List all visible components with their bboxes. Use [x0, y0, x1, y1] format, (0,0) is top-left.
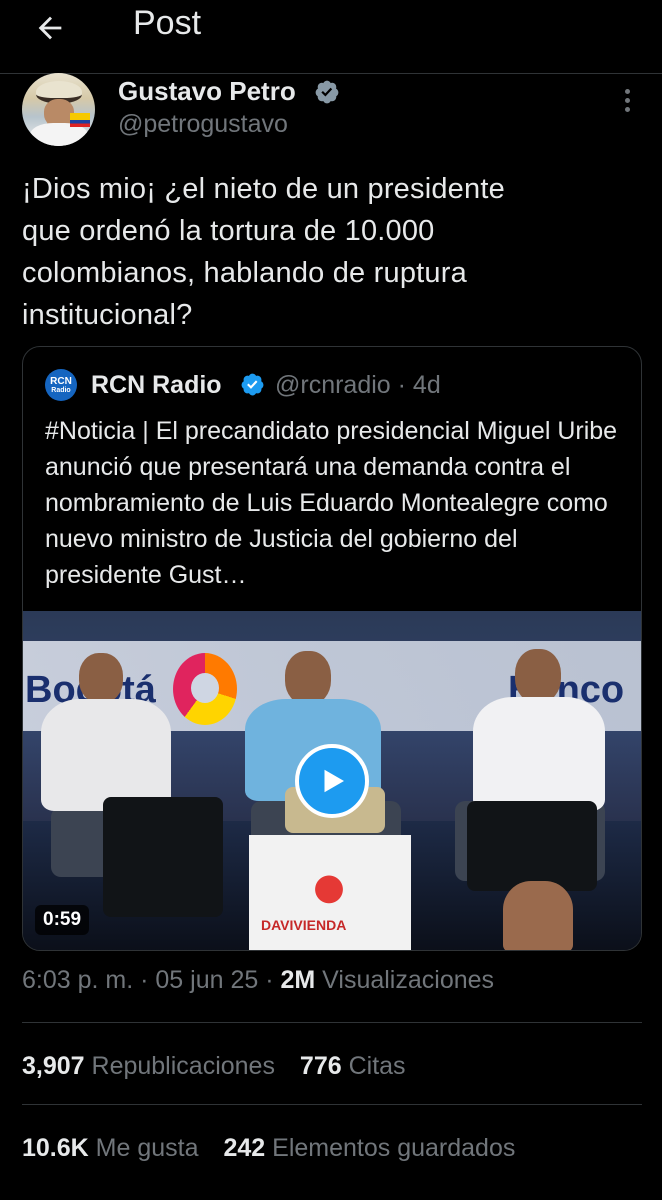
speaker-shirt [41, 699, 171, 811]
quoted-post[interactable]: RCN Radio RCN Radio @rcnradio · 4d #Noti… [22, 346, 642, 951]
post-meta: 6:03 p. m. · 05 jun 25 · 2M Visualizacio… [22, 966, 494, 995]
quoted-author-name[interactable]: RCN Radio [91, 371, 222, 400]
page-title: Post [133, 4, 202, 42]
podium-text: DAVIVIENDA [261, 917, 347, 933]
post-date[interactable]: 05 jun 25 [155, 966, 258, 994]
more-dot-icon [624, 89, 630, 94]
top-bar: Post [0, 0, 662, 74]
meta-separator: · [133, 966, 156, 994]
speaker-head [515, 649, 561, 703]
verified-badge-icon[interactable] [314, 79, 340, 105]
avatar[interactable] [22, 73, 95, 146]
views-label: Visualizaciones [315, 966, 495, 994]
video-duration: 0:59 [35, 905, 90, 935]
more-options-button[interactable] [612, 85, 642, 119]
speaker-shirt [473, 697, 605, 811]
author-name[interactable]: Gustavo Petro [118, 76, 296, 107]
bogota-logo-icon [173, 653, 237, 725]
quoted-text: #Noticia | El precandidato presidencial … [45, 417, 618, 589]
rcn-radio-logo-icon: RCN Radio [45, 369, 77, 401]
play-icon [324, 769, 344, 793]
bookmarks-count: 242 [223, 1134, 266, 1162]
speaker-head [79, 653, 123, 703]
reposts-label: Republicaciones [91, 1052, 275, 1080]
bookmarks-label: Elementos guardados [272, 1134, 516, 1162]
more-dot-icon [624, 107, 630, 112]
reposts-stat[interactable]: 3,907 Republicaciones [22, 1052, 275, 1081]
meta-separator: · [258, 966, 281, 994]
reposts-count: 3,907 [22, 1052, 85, 1080]
logo-text-bottom: Radio [51, 386, 71, 394]
video-player[interactable]: Bogotá Banco d DAVIVIENDA [23, 611, 641, 950]
likes-label: Me gusta [95, 1134, 199, 1162]
back-button[interactable] [28, 6, 72, 50]
post-author: Gustavo Petro @petrogustavo [22, 73, 642, 153]
stats-row-1: 3,907 Republicaciones 776 Citas [22, 1052, 424, 1081]
logo-text-top: RCN [50, 375, 72, 387]
post-text: ¡Dios mio¡ ¿el nieto de un presidente qu… [22, 173, 505, 331]
more-dot-icon [624, 98, 630, 103]
audience-hand [503, 881, 573, 950]
views-count: 2M [280, 966, 316, 994]
speaker-legs [103, 797, 223, 917]
speaker-legs [467, 801, 597, 891]
author-handle[interactable]: @petrogustavo [118, 110, 288, 139]
davivienda-house-icon [289, 875, 369, 911]
arrow-left-icon [38, 16, 62, 40]
post-time[interactable]: 6:03 p. m. [22, 966, 133, 994]
divider [22, 1104, 642, 1105]
speaker-head [285, 651, 331, 705]
quotes-label: Citas [348, 1052, 406, 1080]
divider [22, 1022, 642, 1023]
bookmarks-stat[interactable]: 242 Elementos guardados [223, 1134, 515, 1163]
podium: DAVIVIENDA [249, 835, 411, 950]
play-button[interactable] [295, 744, 369, 818]
verified-badge-icon[interactable] [240, 372, 265, 397]
stats-row-2: 10.6K Me gusta 242 Elementos guardados [22, 1134, 533, 1163]
quotes-stat[interactable]: 776 Citas [300, 1052, 406, 1081]
avatar-flag [70, 113, 90, 127]
quotes-count: 776 [299, 1052, 342, 1080]
quoted-handle-time[interactable]: @rcnradio · 4d [275, 371, 441, 400]
likes-count: 10.6K [22, 1134, 89, 1162]
likes-stat[interactable]: 10.6K Me gusta [22, 1134, 199, 1163]
